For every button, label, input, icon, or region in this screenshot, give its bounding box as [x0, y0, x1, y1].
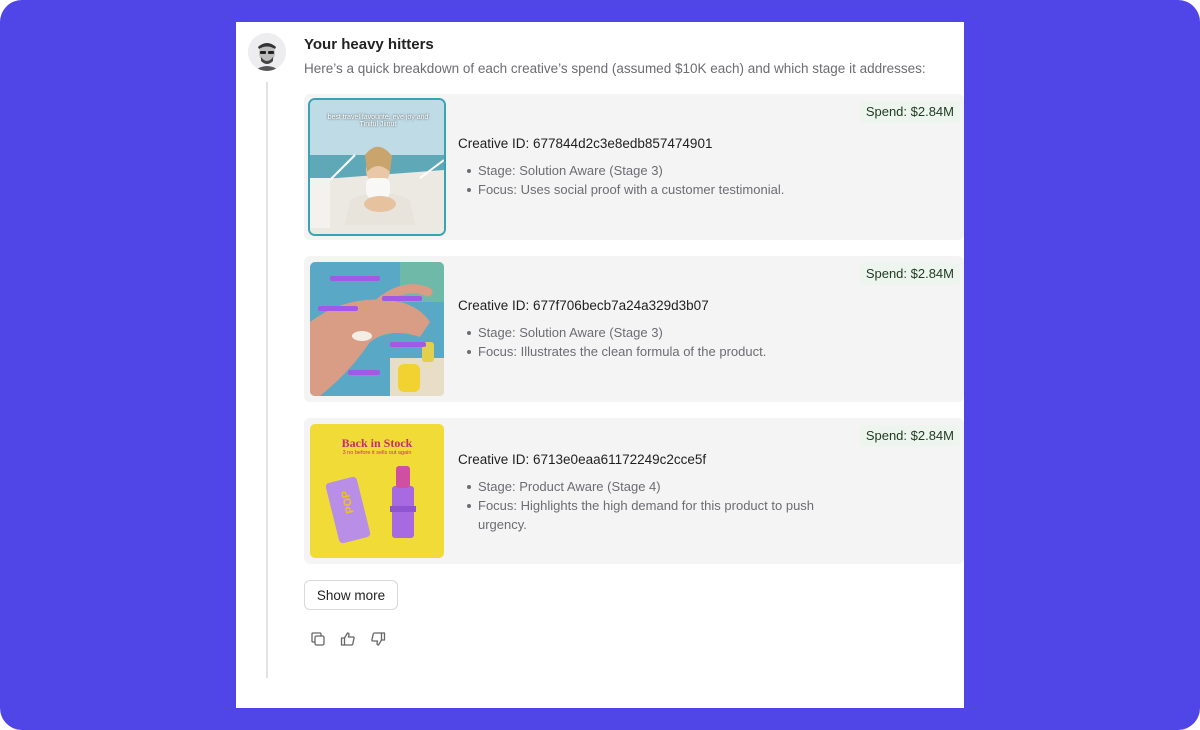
- creative-card[interactable]: best travel favourite. eve joy and Tinif…: [304, 94, 964, 240]
- show-more-button[interactable]: Show more: [304, 580, 398, 610]
- creative-card[interactable]: POP Back in Stock 3 no before it sells o…: [304, 418, 964, 564]
- creative-focus: Focus: Illustrates the clean formula of …: [466, 342, 826, 361]
- creative-focus: Focus: Uses social proof with a customer…: [466, 180, 826, 199]
- annotation-tag: [390, 342, 426, 347]
- creative-stage: Stage: Product Aware (Stage 4): [466, 477, 826, 496]
- spend-badge: Spend: $2.84M: [859, 101, 960, 123]
- creative-stage: Stage: Solution Aware (Stage 3): [466, 161, 826, 180]
- creative-stage: Stage: Solution Aware (Stage 3): [466, 323, 826, 342]
- message-title: Your heavy hitters: [304, 36, 434, 53]
- annotation-tag: [318, 306, 358, 311]
- thumbs-down-icon[interactable]: [370, 631, 386, 647]
- creative-details: Stage: Solution Aware (Stage 3) Focus: I…: [466, 323, 826, 361]
- message-subtitle: Here’s a quick breakdown of each creativ…: [304, 61, 926, 76]
- annotation-tag: [330, 276, 380, 281]
- thumbnail-subtitle: 3 no before it sells out again: [342, 450, 412, 456]
- thumbnail-title: Back in Stock: [341, 436, 413, 450]
- avatar: [248, 33, 286, 71]
- creative-id: Creative ID: 677844d2c3e8edb857474901: [458, 136, 713, 151]
- thread-line: [266, 82, 268, 678]
- annotation-tag: [348, 370, 380, 375]
- thumbs-up-icon[interactable]: [340, 631, 356, 647]
- creative-details: Stage: Product Aware (Stage 4) Focus: Hi…: [466, 477, 826, 534]
- spend-badge: Spend: $2.84M: [859, 425, 960, 447]
- message-actions: [310, 631, 386, 647]
- creative-thumbnail-boat[interactable]: best travel favourite. eve joy and Tinif…: [310, 100, 444, 234]
- creative-focus: Focus: Highlights the high demand for th…: [466, 496, 816, 534]
- spend-badge: Spend: $2.84M: [859, 263, 960, 285]
- copy-icon[interactable]: [310, 631, 326, 647]
- creative-id: Creative ID: 6713e0eaa61172249c2cce5f: [458, 452, 707, 467]
- app-frame: Your heavy hitters Here’s a quick breakd…: [0, 0, 1200, 730]
- chat-panel: Your heavy hitters Here’s a quick breakd…: [236, 22, 964, 708]
- creative-thumbnail-hand[interactable]: [310, 262, 444, 396]
- annotation-tag: [382, 296, 422, 301]
- thumbnail-caption: best travel favourite. eve joy and Tinif…: [327, 114, 429, 128]
- creative-thumbnail-lipstick[interactable]: POP Back in Stock 3 no before it sells o…: [310, 424, 444, 558]
- creative-details: Stage: Solution Aware (Stage 3) Focus: U…: [466, 161, 826, 199]
- creative-id: Creative ID: 677f706becb7a24a329d3b07: [458, 298, 709, 313]
- creative-card[interactable]: Creative ID: 677f706becb7a24a329d3b07 St…: [304, 256, 964, 402]
